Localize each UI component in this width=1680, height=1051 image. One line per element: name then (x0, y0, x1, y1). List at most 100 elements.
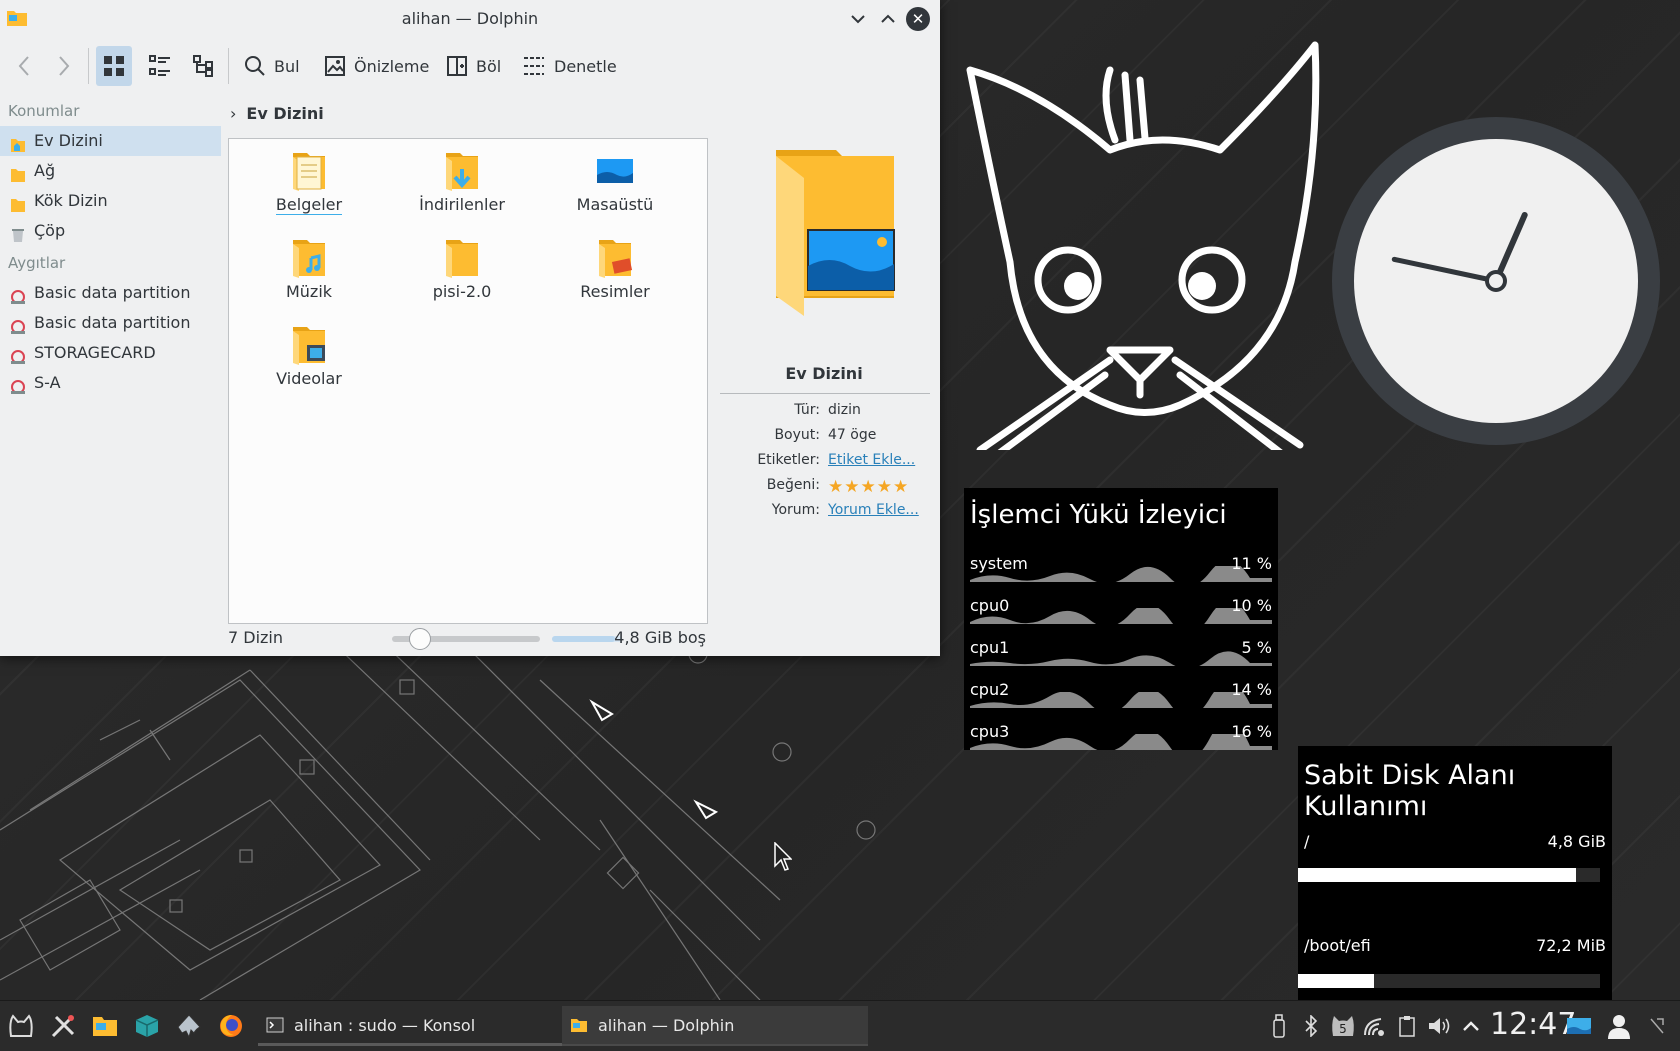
tray-expander[interactable] (1458, 1013, 1484, 1039)
cpu-load-widget[interactable]: İşlemci Yükü İzleyici system 11 % cpu0 10 %… (964, 488, 1278, 750)
disk-row-boot-efi: /boot/efi 72,2 MiB (1304, 936, 1606, 955)
minimize-button[interactable] (846, 7, 870, 31)
user-icon (1608, 1015, 1630, 1039)
find-button[interactable]: Bul (238, 46, 306, 86)
place-0[interactable]: Ev Dizini (0, 126, 221, 156)
add-tag-link[interactable]: Etiket Ekle... (828, 452, 915, 477)
maximize-button[interactable] (876, 7, 900, 31)
devices-header: Aygıtlar (8, 254, 66, 272)
rating-stars[interactable]: ★★★★★ (828, 477, 909, 502)
file-item-folder[interactable]: pisi-2.0 (392, 238, 532, 301)
file-item-folder[interactable]: Müzik (239, 238, 379, 301)
place-2[interactable]: Kök Dizin (0, 186, 225, 216)
disk-mount: / (1304, 832, 1310, 851)
desktop-folder-icon (545, 151, 685, 191)
file-item-folder[interactable]: Videolar (239, 325, 379, 388)
trash-icon (10, 223, 26, 242)
inkscape-launcher[interactable] (174, 1011, 204, 1041)
cpu-widget-title: İşlemci Yükü İzleyici (970, 500, 1227, 530)
file-item-label: Müzik (285, 282, 333, 301)
tray-menu[interactable] (1644, 1013, 1670, 1039)
info-title: Ev Dizini (785, 364, 863, 383)
mouse-cursor-icon (774, 842, 792, 871)
information-panel: Ev Dizini Tür: dizin Boyut: 47 öge Etiketl… (718, 138, 930, 527)
tray-clipboard[interactable] (1394, 1013, 1420, 1039)
analog-clock-widget[interactable] (1332, 96, 1664, 466)
digital-clock[interactable]: 12:47 (1490, 1007, 1576, 1042)
file-manager-launcher[interactable] (90, 1011, 120, 1041)
cpu-load-sparkline (970, 734, 1272, 750)
compact-view-button[interactable] (142, 46, 178, 86)
wallpaper-cat (966, 41, 1320, 450)
window-titlebar[interactable]: alihan — Dolphin ✕ (0, 0, 940, 38)
task-konsol[interactable]: alihan : sudo — Konsol (258, 1006, 568, 1046)
package-manager-launcher[interactable] (132, 1011, 162, 1041)
cpu-percent: 10 % (1231, 596, 1272, 615)
info-row-rating: Beğeni: ★★★★★ (718, 477, 930, 502)
image-icon (325, 56, 345, 76)
device-0[interactable]: Basic data partition (0, 278, 225, 308)
drive-icon (10, 345, 26, 364)
back-button[interactable] (10, 46, 38, 86)
place-3[interactable]: Çöp (0, 216, 225, 246)
preview-button[interactable]: Önizleme (318, 46, 435, 86)
close-button[interactable]: ✕ (906, 7, 930, 31)
file-item-folder[interactable]: Resimler (545, 238, 685, 301)
cpu-percent: 11 % (1231, 554, 1272, 573)
breadcrumb[interactable]: › Ev Dizini (230, 104, 324, 123)
task-dolphin[interactable]: alihan — Dolphin (562, 1006, 868, 1046)
file-item-folder[interactable]: Belgeler (239, 151, 379, 215)
file-item-folder[interactable]: Masaüstü (545, 151, 685, 214)
icons-view-button[interactable] (96, 46, 132, 86)
settings-launcher[interactable] (48, 1011, 78, 1041)
disk-bar-root (1298, 868, 1600, 882)
task-label: alihan — Dolphin (598, 1015, 735, 1035)
split-button[interactable]: Böl (440, 46, 507, 86)
tray-updates[interactable]: 5 (1330, 1013, 1356, 1039)
network-folder-icon (10, 163, 26, 182)
settings-icon (51, 1015, 75, 1038)
firefox-launcher[interactable] (216, 1011, 246, 1041)
file-item-folder[interactable]: İndirilenler (392, 151, 532, 214)
info-key: Tür: (794, 402, 820, 418)
cpu-row-cpu3: cpu3 16 % (970, 716, 1272, 756)
place-1[interactable]: Ağ (0, 156, 225, 186)
free-space-bar[interactable] (552, 636, 622, 642)
file-item-label: Masaüstü (576, 195, 654, 214)
videos-folder-icon (239, 325, 379, 365)
app-menu-launcher[interactable] (6, 1011, 36, 1041)
tray-bluetooth[interactable] (1298, 1013, 1324, 1039)
root-folder-icon (10, 193, 26, 212)
volume-icon (1429, 1018, 1450, 1034)
preview-label: Önizleme (354, 56, 430, 76)
places-panel: Konumlar Ev Dizini Ağ Kök Dizin Çöp Aygıtla… (0, 96, 225, 398)
disk-usage-widget[interactable]: Sabit Disk Alanı Kullanımı / 4,8 GiB /bo… (1298, 746, 1612, 1000)
tray-network[interactable] (1362, 1013, 1388, 1039)
disk-mount: /boot/efi (1304, 936, 1371, 955)
toolbar-separator (228, 48, 229, 84)
info-value: 47 öge (828, 427, 877, 443)
sidebar-item-label: STORAGECARD (34, 343, 156, 362)
firefox-icon (220, 1015, 242, 1037)
add-comment-link[interactable]: Yorum Ekle... (828, 502, 919, 527)
sidebar-item-label: Çöp (34, 221, 66, 240)
device-1[interactable]: Basic data partition (0, 308, 225, 338)
cpu-row-cpu0: cpu0 10 % (970, 590, 1272, 630)
file-manager-icon (93, 1017, 117, 1036)
tray-storage[interactable] (1266, 1013, 1292, 1039)
tray-volume[interactable] (1426, 1013, 1452, 1039)
file-view[interactable]: Belgeler İndirilenler Masaüstü Müzik pisi-2.… (228, 138, 708, 624)
info-row-size: Boyut: 47 öge (718, 427, 930, 452)
task-label: alihan : sudo — Konsol (294, 1015, 476, 1035)
device-3[interactable]: S-A (0, 368, 225, 398)
forward-button[interactable] (50, 46, 78, 86)
details-view-button[interactable] (186, 46, 222, 86)
dolphin-window[interactable]: alihan — Dolphin ✕ Bul Önizleme Böl Dene… (0, 0, 940, 656)
tray-user[interactable] (1606, 1013, 1632, 1039)
tray-desktop[interactable] (1566, 1013, 1592, 1039)
zoom-slider-handle[interactable] (408, 628, 431, 650)
cpu-row-system: system 11 % (970, 548, 1272, 588)
control-menu-button[interactable]: Denetle (516, 46, 623, 86)
device-2[interactable]: STORAGECARD (0, 338, 225, 368)
chevron-right-icon: › (230, 104, 237, 123)
